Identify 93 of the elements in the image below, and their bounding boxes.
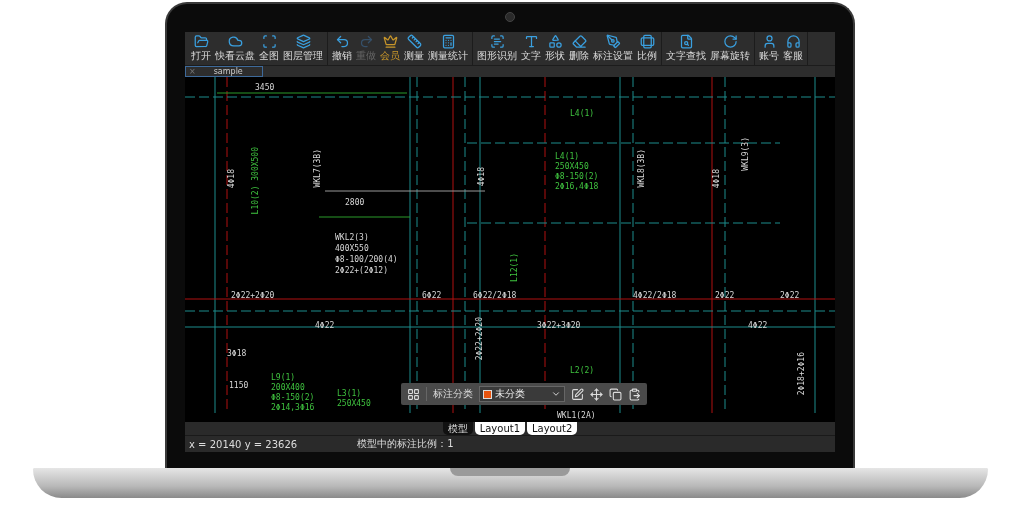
drawing-annotation: 1150 — [229, 381, 249, 390]
layout-tab[interactable]: Layout1 — [474, 422, 525, 435]
drawing-annotation: WKL2(3) — [335, 233, 369, 242]
drawing-annotation: 4Φ18 — [227, 169, 236, 189]
drawing-annotation: 6Φ22/2Φ18 — [473, 291, 517, 300]
move-icon[interactable] — [590, 387, 603, 401]
toolbar-button[interactable]: 文字查找 — [664, 32, 708, 65]
toolbar-button[interactable]: 图形识别 — [475, 32, 519, 65]
paste-icon[interactable] — [628, 387, 641, 401]
drawing-annotation: L9(1) — [271, 373, 296, 382]
tool-icon — [761, 34, 777, 49]
caret-icon — [551, 389, 561, 399]
toolbar-button[interactable]: 形状 — [543, 32, 567, 65]
drawing-annotation: 2800 — [345, 198, 365, 207]
drawing-annotation: Φ8-100/200(4) — [335, 255, 398, 264]
drawing-annotation: 3Φ22+3Φ20 — [537, 321, 581, 330]
toolbar-button[interactable]: 标注设置 — [591, 32, 635, 65]
tool-icon — [295, 34, 311, 49]
toolbar-button[interactable]: 账号 — [757, 32, 781, 65]
layout-tab[interactable]: Layout2 — [527, 422, 578, 435]
cursor-coordinates: x = 20140 y = 23626 — [189, 438, 298, 450]
drawing-annotation: 2Φ18+2Φ16 — [797, 352, 806, 396]
copy-icon[interactable] — [609, 387, 622, 401]
drawing-annotation: 2Φ22 — [780, 291, 800, 300]
tool-icon — [406, 34, 422, 49]
toolbar-button[interactable]: 测量 — [402, 32, 426, 65]
drawing-annotation: L4(1) — [555, 152, 580, 161]
toolbar-button[interactable]: 比例 — [635, 32, 659, 65]
drawing-annotation: Φ8-150(2) — [555, 172, 599, 181]
drawing-annotation: 4Φ18 — [712, 169, 721, 189]
tool-icon — [489, 34, 505, 49]
drawing-annotation: WKL8(3B) — [637, 149, 646, 188]
toolbar-button[interactable]: 图层管理 — [281, 32, 325, 65]
drawing-annotation: 250X450 — [555, 162, 589, 171]
tool-icon — [722, 34, 738, 49]
file-tab-label: sample — [213, 67, 243, 76]
drawing-annotation: L3(1) — [337, 389, 362, 398]
toolbar-button[interactable]: 删除 — [567, 32, 591, 65]
drawing-annotation: 2Φ22 — [715, 291, 735, 300]
drawing-annotation: 2Φ14,3Φ16 — [271, 403, 315, 412]
annotation-scale: 模型中的标注比例：1 — [357, 437, 454, 451]
drawing-annotation: WKL1(2A) — [557, 411, 596, 420]
toolbar-button[interactable]: 客服 — [781, 32, 805, 65]
category-dropdown[interactable]: 未分类 — [479, 386, 565, 402]
drawing-annotation: 200X400 — [271, 383, 305, 392]
tool-icon — [523, 34, 539, 49]
drawing-annotation: 2Φ16,4Φ18 — [555, 182, 599, 191]
tool-icon — [605, 34, 621, 49]
tool-icon — [358, 34, 374, 49]
tool-icon — [382, 34, 398, 49]
toolbar-button[interactable]: 全图 — [257, 32, 281, 65]
drawing-annotation: 4Φ22 — [748, 321, 768, 330]
tool-icon — [261, 34, 277, 49]
drawing-annotation: 2Φ22+(2Φ12) — [335, 266, 388, 275]
toolbar-button[interactable]: 撤销 — [330, 32, 354, 65]
drawing-annotation: 400X550 — [335, 244, 369, 253]
tool-icon — [639, 34, 655, 49]
file-tab[interactable]: × sample — [185, 66, 263, 77]
layout-tab[interactable]: 模型 — [442, 422, 473, 435]
drawing-annotation: L4(1) — [570, 109, 595, 118]
drawing-annotation: WKL7(3B) — [313, 149, 322, 188]
drawing-annotation: L10(2) 300X500 — [251, 147, 260, 215]
drawing-annotation: 3450 — [255, 83, 275, 92]
drawing-annotation: 4Φ18 — [477, 167, 486, 187]
toolbar-button[interactable]: 屏幕旋转 — [708, 32, 752, 65]
toolbar-button[interactable]: 文字 — [519, 32, 543, 65]
toolbar-button[interactable]: 测量统计 — [426, 32, 470, 65]
tool-icon — [227, 34, 243, 49]
drawing-annotation: 4Φ22/2Φ18 — [633, 291, 677, 300]
tool-icon — [785, 34, 801, 49]
drawing-annotation: 2Φ22+2Φ20 — [475, 317, 484, 361]
drawing-annotation: 4Φ22 — [315, 321, 335, 330]
toolbar-button[interactable]: 会员 — [378, 32, 402, 65]
tool-icon — [571, 34, 587, 49]
drawing-annotation: 2Φ22+2Φ20 — [231, 291, 275, 300]
tool-icon — [193, 34, 209, 49]
grid-icon[interactable] — [407, 387, 420, 401]
tool-icon — [440, 34, 456, 49]
drawing-annotation: 6Φ22 — [422, 291, 442, 300]
toolbar-button[interactable]: 快看云盘 — [213, 32, 257, 65]
tool-icon — [334, 34, 350, 49]
edit-icon[interactable] — [571, 387, 584, 401]
drawing-annotation: Φ8-150(2) — [271, 393, 315, 402]
toolbar-button[interactable]: 打开 — [189, 32, 213, 65]
drawing-annotation: L2(2) — [570, 366, 595, 375]
drawing-annotation: L12(1) — [510, 253, 519, 282]
tool-icon — [547, 34, 563, 49]
drawing-annotation: 250X450 — [337, 399, 371, 408]
camera-icon — [505, 12, 515, 22]
drawing-annotation: WKL9(3) — [741, 137, 750, 171]
drawing-annotation: 3Φ18 — [227, 349, 247, 358]
panel-label: 标注分类 — [426, 387, 473, 401]
tool-icon — [678, 34, 694, 49]
